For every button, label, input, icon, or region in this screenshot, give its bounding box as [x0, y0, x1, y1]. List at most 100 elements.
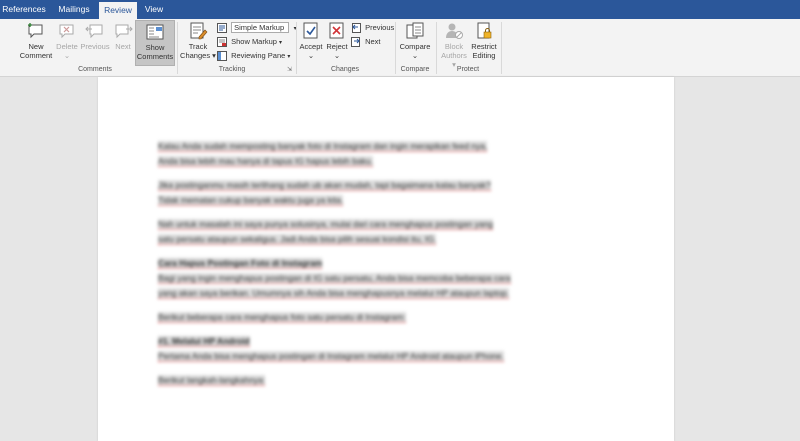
- show-markup-dropdown-icon: ▾: [279, 40, 283, 46]
- tab-mailings[interactable]: Mailings: [52, 0, 96, 19]
- restrict-editing-label-1: Restrict: [471, 42, 497, 51]
- reviewing-pane-icon: [217, 51, 227, 62]
- markup-select[interactable]: Simple Markup ▾: [217, 22, 299, 34]
- track-changes-button[interactable]: Track Changes ▾: [180, 22, 216, 60]
- tab-review[interactable]: Review: [99, 2, 137, 19]
- reviewing-pane-button[interactable]: Reviewing Pane ▾: [217, 50, 290, 62]
- new-comment-icon: [28, 23, 43, 39]
- show-comments-button[interactable]: Show Comments: [135, 20, 175, 66]
- compare-group-label: Compare: [400, 66, 430, 73]
- reviewing-pane-label: Reviewing Pane: [231, 51, 286, 60]
- new-comment-button[interactable]: New Comment: [17, 22, 55, 60]
- reject-button[interactable]: Reject ⌄: [325, 22, 349, 60]
- new-comment-label-2: Comment: [19, 51, 53, 60]
- tab-references[interactable]: References: [2, 0, 46, 19]
- show-markup-label: Show Markup: [231, 37, 277, 46]
- changes-group-label: Changes: [330, 66, 360, 73]
- previous-comment-icon: [85, 24, 103, 39]
- track-changes-label-2: Changes: [180, 51, 211, 60]
- document-page[interactable]: Kalau Anda sudah memposting banyak foto …: [98, 77, 674, 441]
- show-comments-label-1: Show: [145, 43, 165, 52]
- block-authors-button[interactable]: Block Authors ▾: [439, 22, 469, 69]
- protect-group-label: Protect: [456, 66, 480, 73]
- text-run: Pertama Anda bisa menghapus postingan di…: [158, 351, 504, 362]
- tracking-group-label: Tracking: [218, 66, 246, 73]
- text-run: #1. Melalui HP Android: [158, 336, 250, 347]
- text-run: Berikut langkah-langkahnya:: [158, 375, 266, 386]
- compare-button[interactable]: Compare ⌄: [398, 22, 432, 60]
- restrict-editing-label-2: Editing: [472, 51, 496, 60]
- ribbon-tab-bar: References Mailings Review View: [0, 0, 800, 19]
- compare-label: Compare: [399, 42, 431, 51]
- next-comment-label: Next: [115, 42, 131, 51]
- next-comment-icon: [115, 24, 133, 39]
- text-run: Anda bisa lebih mau hanya di tapus IG ha…: [158, 156, 374, 167]
- markup-view-icon: [217, 23, 227, 34]
- tracking-dialog-launcher-icon[interactable]: ⇲: [287, 66, 292, 73]
- document-line: Bagi yang ingin menghapus postingan di I…: [158, 271, 618, 286]
- previous-comment-button[interactable]: Previous: [80, 22, 110, 51]
- compare-icon: [406, 22, 424, 39]
- reject-label: Reject: [326, 42, 348, 51]
- text-run: Nah untuk masalah ini saya punya solusin…: [158, 219, 494, 230]
- previous-change-button[interactable]: Previous: [351, 22, 394, 34]
- next-change-icon: [351, 37, 360, 48]
- reviewing-pane-dropdown-icon: ▾: [287, 54, 291, 60]
- group-separator: [395, 22, 396, 74]
- compare-dropdown-icon: ⌄: [411, 51, 419, 60]
- document-line: Berikut langkah-langkahnya:: [158, 373, 618, 388]
- show-markup-button[interactable]: Show Markup ▾: [217, 36, 282, 48]
- document-line: Berikut beberapa cara menghapus foto sat…: [158, 310, 618, 325]
- block-authors-icon: [446, 23, 463, 39]
- document-body: Kalau Anda sudah memposting banyak foto …: [158, 139, 618, 397]
- delete-comment-button[interactable]: Delete ⌄: [55, 22, 79, 60]
- text-run: yang akan saya berikan. Umumnya sih Anda…: [158, 288, 509, 299]
- group-separator: [501, 22, 502, 74]
- document-line: yang akan saya berikan. Umumnya sih Anda…: [158, 286, 618, 301]
- document-line: Anda bisa lebih mau hanya di tapus IG ha…: [158, 154, 618, 169]
- delete-comment-icon: [59, 24, 74, 39]
- previous-change-icon: [352, 23, 361, 34]
- document-line: Kalau Anda sudah memposting banyak foto …: [158, 139, 618, 154]
- text-run: Berikut beberapa cara menghapus foto sat…: [158, 312, 406, 323]
- show-markup-icon: [217, 37, 227, 48]
- reject-dropdown-icon: ⌄: [333, 51, 341, 60]
- group-separator: [177, 22, 178, 74]
- group-separator: [436, 22, 437, 74]
- document-line: Nah untuk masalah ini saya punya solusin…: [158, 217, 618, 232]
- document-line: Pertama Anda bisa menghapus postingan di…: [158, 349, 618, 364]
- text-run: Jika postinganmu masih terlihang sudah u…: [158, 180, 491, 191]
- block-authors-label-2: Authors: [441, 51, 467, 60]
- comments-group-label: Comments: [78, 66, 112, 73]
- text-run: satu persatu ataupun sekaligus. Jadi And…: [158, 234, 437, 245]
- tab-view[interactable]: View: [140, 0, 168, 19]
- text-run: Bagi yang ingin menghapus postingan di I…: [158, 273, 511, 284]
- text-run: Cara Hapus Postingan Foto di Instagram: [158, 258, 323, 269]
- block-authors-label-1: Block: [444, 42, 464, 51]
- text-run: Kalau Anda sudah memposting banyak foto …: [158, 141, 488, 152]
- document-line: Tidak mematan cukup banyak waktu juga ya…: [158, 193, 618, 208]
- reject-icon: [329, 22, 344, 39]
- delete-label: Delete: [56, 42, 78, 51]
- ribbon-review: New Comment Delete ⌄ Previous Next Show …: [0, 19, 800, 77]
- markup-select-value: Simple Markup: [231, 22, 290, 33]
- next-comment-button[interactable]: Next: [112, 22, 134, 51]
- group-separator: [296, 22, 297, 74]
- previous-comment-label: Previous: [80, 42, 110, 51]
- track-changes-label-1: Track: [188, 42, 208, 51]
- next-change-button[interactable]: Next: [351, 36, 381, 48]
- track-changes-icon: [190, 22, 208, 40]
- new-comment-label-1: New: [28, 42, 44, 51]
- previous-change-label: Previous: [365, 23, 395, 32]
- document-heading: #1. Melalui HP Android: [158, 334, 618, 349]
- show-comments-label-2: Comments: [136, 52, 174, 61]
- delete-dropdown-icon: ⌄: [63, 51, 71, 60]
- document-heading: Cara Hapus Postingan Foto di Instagram: [158, 256, 618, 271]
- accept-dropdown-icon: ⌄: [307, 51, 315, 60]
- restrict-editing-button[interactable]: Restrict Editing: [470, 22, 498, 60]
- lock-document-icon: [477, 22, 492, 39]
- show-comments-icon: [146, 24, 164, 40]
- document-line: satu persatu ataupun sekaligus. Jadi And…: [158, 232, 618, 247]
- accept-label: Accept: [299, 42, 323, 51]
- accept-button[interactable]: Accept ⌄: [298, 22, 324, 60]
